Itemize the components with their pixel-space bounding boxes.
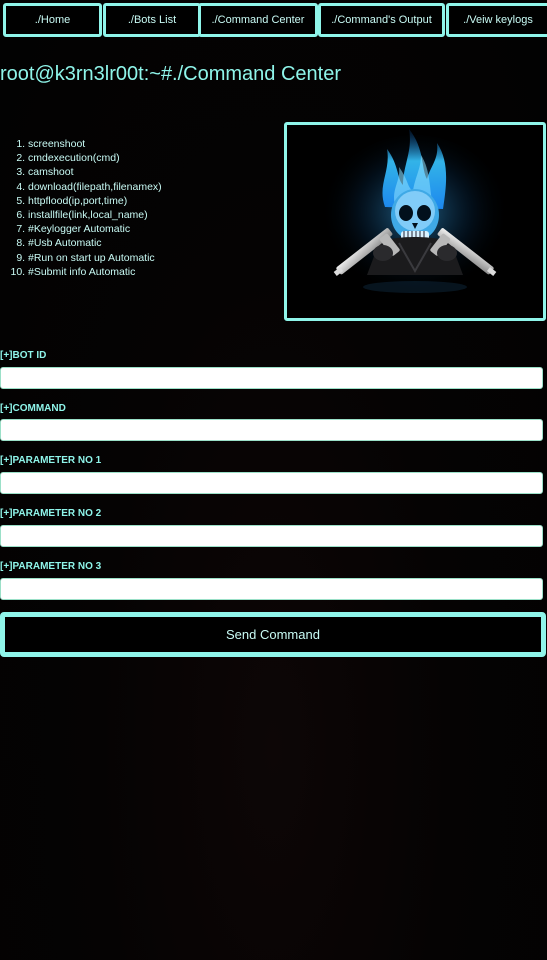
nav-view-keylogs-button[interactable]: ./Veiw keylogs [446, 3, 547, 37]
top-nav: ./Home ./Bots List ./Command Center ./Co… [0, 3, 547, 37]
nav-bots-list-button[interactable]: ./Bots List [103, 3, 201, 37]
send-command-button[interactable]: Send Command [0, 612, 546, 657]
command-list-item: cmdexecution(cmd) [28, 151, 162, 165]
command-list-item: installfile(link,local_name) [28, 208, 162, 222]
banner-image [284, 122, 546, 321]
command-list-item: httpflood(ip,port,time) [28, 194, 162, 208]
bot-id-input[interactable] [0, 367, 543, 389]
command-list: screenshoot cmdexecution(cmd) camshoot d… [0, 137, 162, 279]
nav-command-output-button[interactable]: ./Command's Output [318, 3, 445, 37]
nav-command-center-button[interactable]: ./Command Center [198, 3, 318, 37]
command-list-item: #Run on start up Automatic [28, 251, 162, 265]
command-list-item: screenshoot [28, 137, 162, 151]
page-title: root@k3rn3lr00t:~#./Command Center [0, 63, 342, 85]
parameter-3-label: [+]PARAMETER NO 3 [0, 561, 102, 572]
parameter-3-input[interactable] [0, 578, 543, 600]
command-list-item: #Submit info Automatic [28, 265, 162, 279]
nav-home-button[interactable]: ./Home [3, 3, 102, 37]
bot-id-label: [+]BOT ID [0, 350, 47, 361]
parameter-1-label: [+]PARAMETER NO 1 [0, 455, 102, 466]
command-list-item: #Keylogger Automatic [28, 222, 162, 236]
command-label: [+]COMMAND [0, 403, 66, 414]
parameter-2-input[interactable] [0, 525, 543, 547]
page: ./Home ./Bots List ./Command Center ./Co… [0, 0, 547, 960]
command-list-item: #Usb Automatic [28, 236, 162, 250]
command-list-item: camshoot [28, 165, 162, 179]
parameter-2-label: [+]PARAMETER NO 2 [0, 508, 102, 519]
command-list-item: download(filepath,filenamex) [28, 180, 162, 194]
command-input[interactable] [0, 419, 543, 441]
parameter-1-input[interactable] [0, 472, 543, 494]
flaming-skull-icon [287, 125, 543, 318]
